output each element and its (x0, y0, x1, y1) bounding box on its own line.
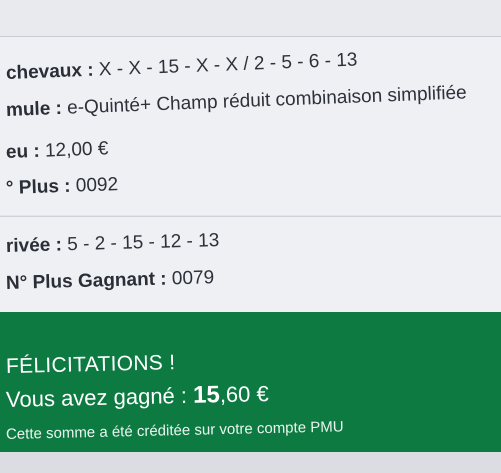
bet-detail-screen: chevaux : X - X - 15 - X - X / 2 - 5 - 6… (0, 0, 501, 473)
stake-row: eu : 12,00 € (6, 138, 109, 164)
stake-label: eu : (5, 140, 41, 163)
win-amount-decimal: ,60 € (219, 381, 269, 408)
winning-plus-label: N° Plus Gagnant : (5, 268, 167, 294)
arrival-value: 5 - 2 - 15 - 12 - 13 (66, 230, 220, 256)
win-banner: FÉLICITATIONS ! Vous avez gagné : 15,60 … (0, 312, 501, 452)
winning-plus-value: 0079 (171, 267, 215, 290)
horses-row: chevaux : X - X - 15 - X - X / 2 - 5 - 6… (6, 50, 358, 85)
winning-plus-row: N° Plus Gagnant : 0079 (6, 267, 215, 295)
arrival-label: rivée : (5, 234, 63, 257)
top-panel (0, 0, 501, 37)
win-amount-integer: 15 (192, 381, 221, 409)
arrival-row: rivée : 5 - 2 - 15 - 12 - 13 (6, 230, 220, 258)
win-amount-prefix: Vous avez gagné : (5, 382, 194, 412)
horses-value: X - X - 15 - X - X / 2 - 5 - 6 - 13 (98, 49, 358, 81)
formula-row: mule : e-Quinté+ Champ réduit combinaiso… (6, 82, 467, 122)
plus-number-value: 0092 (75, 174, 119, 197)
stake-value: 12,00 € (44, 138, 109, 162)
race-result-card: rivée : 5 - 2 - 15 - 12 - 13 N° Plus Gag… (0, 216, 501, 313)
bet-details-card: chevaux : X - X - 15 - X - X / 2 - 5 - 6… (0, 37, 501, 215)
win-amount-line: Vous avez gagné : 15,60 € (6, 380, 269, 414)
formula-value: e-Quinté+ Champ réduit combinaison simpl… (66, 82, 468, 119)
bottom-area (0, 452, 501, 473)
plus-number-label: ° Plus : (5, 175, 71, 199)
congratulations-title: FÉLICITATIONS ! (5, 351, 176, 378)
formula-label: mule : (5, 97, 63, 121)
credit-note: Cette somme a été créditée sur votre com… (5, 418, 344, 443)
plus-number-row: ° Plus : 0092 (6, 174, 119, 200)
horses-label: chevaux : (5, 59, 94, 84)
